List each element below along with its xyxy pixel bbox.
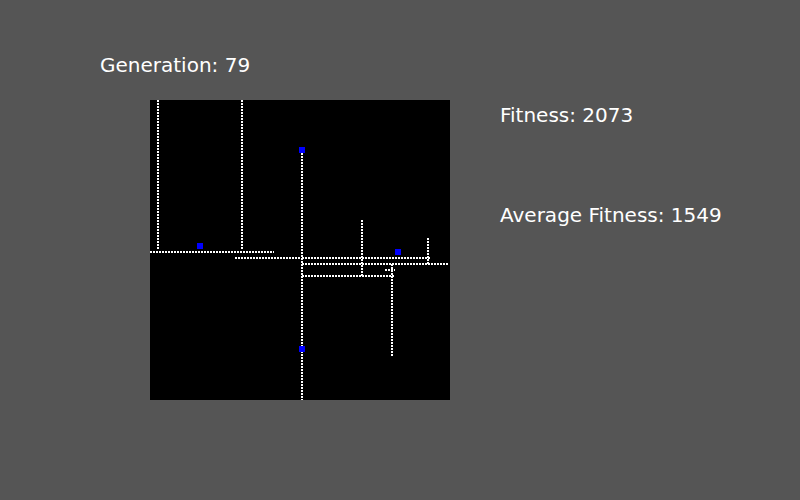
path-segment xyxy=(385,269,395,271)
stats-panel: Fitness: 2073 Average Fitness: 1549 xyxy=(500,100,722,400)
agent xyxy=(299,346,305,352)
agent xyxy=(395,249,401,255)
path-segment xyxy=(302,263,448,265)
path-segment xyxy=(241,100,243,250)
simulation-screen: Generation: 79 Fitness: 2073 Average Fitne… xyxy=(0,0,800,500)
stat-label: Fitness: 2073 xyxy=(500,102,722,128)
stat-label: Average Fitness: 1549 xyxy=(500,202,722,228)
path-segment xyxy=(235,257,300,259)
world-canvas xyxy=(150,100,450,400)
path-segment xyxy=(361,220,363,276)
path-segment xyxy=(302,275,395,277)
agent xyxy=(299,147,305,153)
path-segment xyxy=(157,100,159,250)
generation-label: Generation: 79 xyxy=(100,52,800,78)
agent xyxy=(197,243,203,249)
path-segment xyxy=(427,238,429,264)
path-segment xyxy=(391,264,393,356)
path-segment xyxy=(302,257,430,259)
world-background xyxy=(150,100,450,400)
path-segment xyxy=(150,251,274,253)
